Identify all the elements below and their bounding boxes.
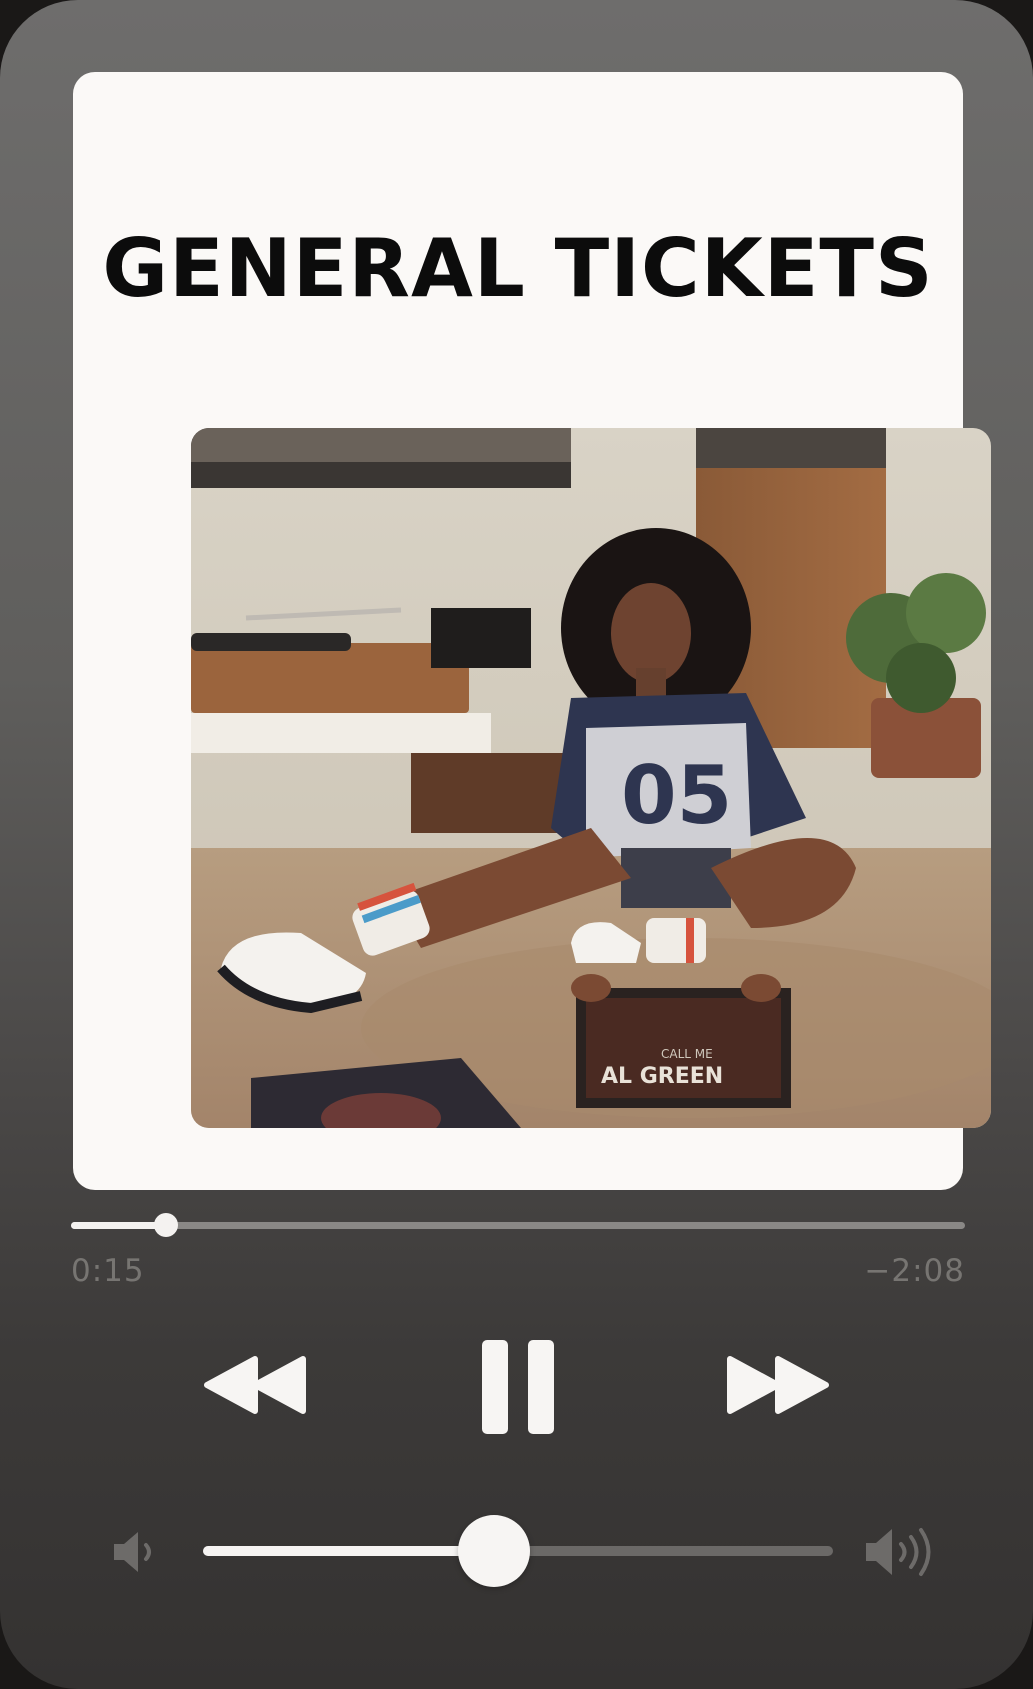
fast-forward-icon xyxy=(727,1356,829,1414)
pause-button[interactable] xyxy=(480,1338,556,1436)
speaker-high-icon xyxy=(864,1526,940,1583)
speaker-low-icon xyxy=(112,1530,162,1579)
artwork-illustration: 05 AL GREEN CALL ME xyxy=(191,428,991,1128)
remaining-time: −2:08 xyxy=(864,1253,965,1289)
volume-fill xyxy=(203,1546,495,1556)
fast-forward-button[interactable] xyxy=(724,1355,830,1415)
now-playing-card: GENERAL TICKETS 05 AL GREEN CALL ME xyxy=(73,72,991,1190)
volume-slider-handle[interactable] xyxy=(458,1515,531,1587)
elapsed-time: 0:15 xyxy=(71,1253,145,1289)
rewind-icon xyxy=(204,1356,306,1414)
progress-scrubber-handle[interactable] xyxy=(153,1213,178,1237)
music-player: GENERAL TICKETS 05 AL GREEN CALL ME 0:15… xyxy=(0,0,1033,1689)
record-subtitle: CALL ME xyxy=(661,1047,713,1061)
record-title: AL GREEN xyxy=(601,1064,723,1089)
pause-icon xyxy=(482,1340,554,1434)
volume-slider[interactable] xyxy=(203,1515,833,1587)
jersey-number: 05 xyxy=(621,749,732,842)
rewind-button[interactable] xyxy=(203,1355,309,1415)
album-artwork: 05 AL GREEN CALL ME xyxy=(191,428,991,1128)
card-title: GENERAL TICKETS xyxy=(102,222,934,315)
playback-progress-bar[interactable] xyxy=(71,1213,965,1237)
progress-fill xyxy=(71,1222,166,1229)
